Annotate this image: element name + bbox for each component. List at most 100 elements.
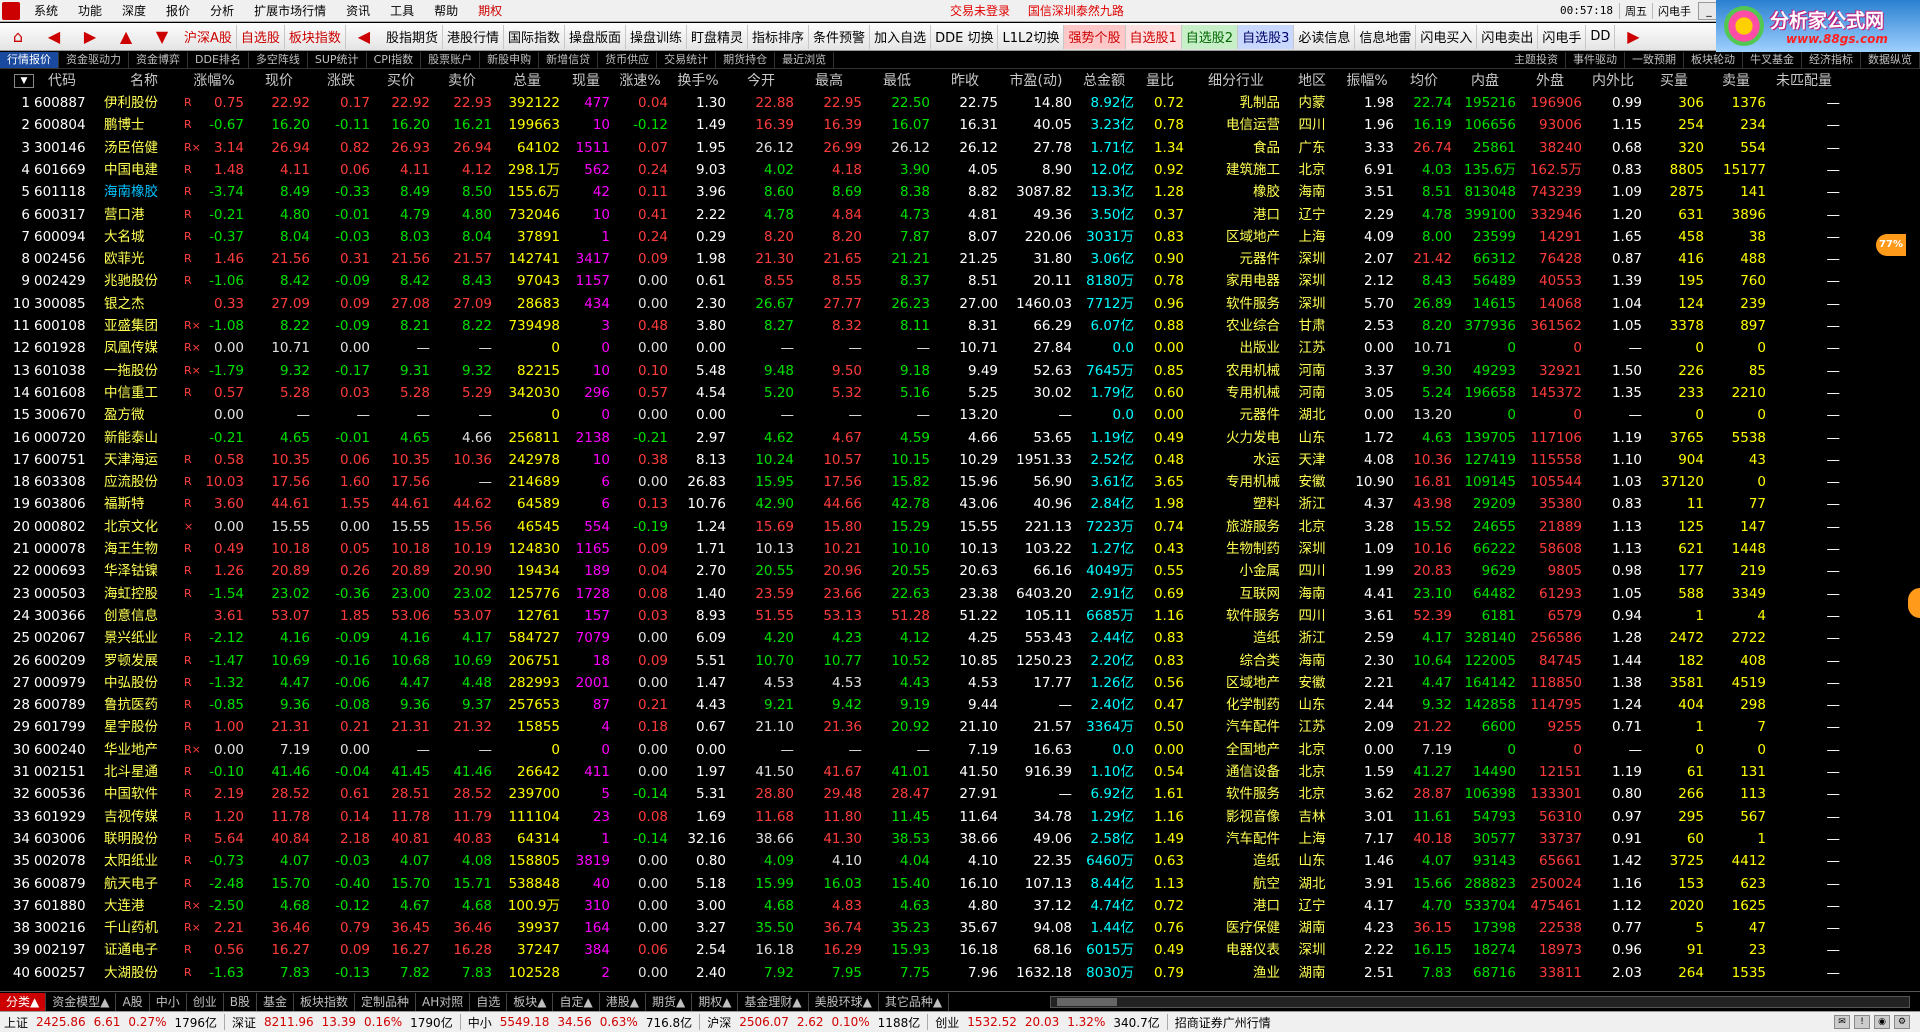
cell-name[interactable]: 中国电建 xyxy=(104,159,184,181)
subtab-3[interactable]: DDE排名 xyxy=(188,52,249,68)
toolbar-button[interactable]: 闪电买入 xyxy=(1416,24,1478,49)
subtab-right-4[interactable]: 牛叉基金 xyxy=(1743,52,1802,68)
category-tab[interactable]: 板块▲ xyxy=(507,992,554,1011)
cell-code[interactable]: 600804 xyxy=(34,114,90,136)
toolbar-button[interactable]: 操盘版面 xyxy=(565,24,626,49)
table-row[interactable]: 32 600536 中国软件 2.19 28.52 0.61 28.51 28.52 23970… xyxy=(0,783,1920,805)
cell-name[interactable]: 创意信息 xyxy=(104,605,184,627)
network-icon[interactable]: ◉ xyxy=(1874,1015,1890,1029)
cell-name[interactable]: 欧菲光 xyxy=(104,248,184,270)
cell-code[interactable]: 300085 xyxy=(34,293,90,315)
left-arrow-icon[interactable]: ◀ xyxy=(349,25,379,49)
subtab-right-5[interactable]: 经济指标 xyxy=(1802,52,1861,68)
category-tab[interactable]: A股 xyxy=(116,992,150,1011)
toolbar-button[interactable]: 闪电卖出 xyxy=(1477,24,1539,49)
category-tab[interactable]: 期权▲ xyxy=(692,992,739,1011)
category-tab[interactable]: 美股环球▲ xyxy=(809,992,879,1011)
cell-name[interactable]: 盈方微 xyxy=(104,404,184,426)
cell-name[interactable]: 鲁抗医药 xyxy=(104,694,184,716)
cell-code[interactable]: 000503 xyxy=(34,583,90,605)
column-header-bid-volume[interactable]: 买量 xyxy=(1644,70,1704,92)
table-row[interactable]: 39 002197 证通电子 0.56 16.27 0.09 16.27 16.28 37247… xyxy=(0,939,1920,961)
column-header-low[interactable]: 最低 xyxy=(864,70,930,92)
category-tab[interactable]: 板块指数 xyxy=(294,992,355,1011)
subtab-right-6[interactable]: 数据纵览 xyxy=(1861,52,1920,68)
menu-item[interactable]: 资讯 xyxy=(336,2,380,19)
toolbar-button[interactable]: DDE 切换 xyxy=(931,24,999,49)
cell-name[interactable]: 航天电子 xyxy=(104,873,184,895)
cell-name[interactable]: 伊利股份 xyxy=(104,92,184,114)
zx-index-label[interactable]: 中小 xyxy=(464,1014,496,1031)
cell-code[interactable]: 600257 xyxy=(34,962,90,984)
table-row[interactable]: 16 000720 新能泰山 -0.21 4.65 -0.01 4.65 4.66 256811… xyxy=(0,427,1920,449)
cell-name[interactable]: 北京文化 xyxy=(104,516,184,538)
cell-code[interactable]: 600240 xyxy=(34,739,90,761)
table-row[interactable]: 33 601929 吉视传媒 1.20 11.78 0.14 11.78 11.79 11110… xyxy=(0,806,1920,828)
category-tab[interactable]: 分类▲ xyxy=(0,992,47,1011)
table-row[interactable]: 12 601928 凤凰传媒 0.00 10.71 0.00— —0 0 0.00 0.00— — —… xyxy=(0,337,1920,359)
cell-code[interactable]: 601929 xyxy=(34,806,90,828)
table-row[interactable]: 10 300085 银之杰 0.33 27.09 0.09 27.08 27.09 28683 4… xyxy=(0,293,1920,315)
cell-name[interactable]: 中弘股份 xyxy=(104,672,184,694)
cell-name[interactable]: 天津海运 xyxy=(104,449,184,471)
cy-index-label[interactable]: 创业 xyxy=(931,1014,963,1031)
cell-code[interactable]: 603806 xyxy=(34,493,90,515)
menu-item[interactable]: 工具 xyxy=(380,2,424,19)
cell-code[interactable]: 601038 xyxy=(34,360,90,382)
menu-item[interactable]: 扩展市场行情 xyxy=(244,2,336,19)
cell-code[interactable]: 603308 xyxy=(34,471,90,493)
menu-item[interactable]: 报价 xyxy=(156,2,200,19)
up-arrow-icon[interactable]: ▲ xyxy=(111,25,141,49)
category-tab[interactable]: 中小 xyxy=(150,992,187,1011)
column-header-pe-ratio[interactable]: 市盈(动) xyxy=(1000,70,1072,92)
table-row[interactable]: 11 600108 亚盛集团 -1.08 8.22 -0.09 8.21 8.22 739498… xyxy=(0,315,1920,337)
cell-name[interactable]: 鹏博士 xyxy=(104,114,184,136)
cell-name[interactable]: 证通电子 xyxy=(104,939,184,961)
toolbar-button[interactable]: 闪电手 xyxy=(1538,24,1587,49)
subtab-7[interactable]: 股票账户 xyxy=(421,52,481,68)
toolbar-button[interactable]: 港股行情 xyxy=(443,24,504,49)
subtab-5[interactable]: SUP统计 xyxy=(308,52,367,68)
cell-code[interactable]: 600536 xyxy=(34,783,90,805)
table-row[interactable]: 24 300366 创意信息 3.61 53.07 1.85 53.06 53.07 12761… xyxy=(0,605,1920,627)
subtab-11[interactable]: 交易统计 xyxy=(657,52,717,68)
cell-code[interactable]: 300366 xyxy=(34,605,90,627)
cell-name[interactable]: 华泽钴镍 xyxy=(104,560,184,582)
category-tab[interactable]: 基金 xyxy=(257,992,294,1011)
cell-name[interactable]: 一拖股份 xyxy=(104,360,184,382)
category-tab[interactable]: AH对照 xyxy=(416,992,471,1011)
cell-name[interactable]: 营口港 xyxy=(104,204,184,226)
category-tab[interactable]: B股 xyxy=(224,992,257,1011)
toolbar-button[interactable]: 沪深A股 xyxy=(180,24,237,49)
settings-icon[interactable]: ⚙ xyxy=(1894,1015,1910,1029)
sz-index-label[interactable]: 深证 xyxy=(228,1014,260,1031)
toolbar-button[interactable]: DD xyxy=(1586,24,1616,49)
subtab-right-0[interactable]: 主题投资 xyxy=(1507,52,1566,68)
category-tab[interactable]: 资金模型▲ xyxy=(46,992,117,1011)
column-header-amount[interactable]: 总金额 xyxy=(1074,70,1134,92)
column-header-code[interactable]: 代码 xyxy=(34,70,90,92)
table-row[interactable]: 19 603806 福斯特 3.60 44.61 1.55 44.61 44.62 64589 6… xyxy=(0,493,1920,515)
cell-name[interactable]: 大连港 xyxy=(104,895,184,917)
toolbar-button[interactable]: 国际指数 xyxy=(504,24,565,49)
float-percent-badge[interactable]: 77% xyxy=(1876,234,1906,256)
toolbar-button[interactable]: 信息地雷 xyxy=(1355,24,1417,49)
scrollbar-thumb[interactable] xyxy=(1057,998,1117,1006)
cell-code[interactable]: 601880 xyxy=(34,895,90,917)
table-row[interactable]: 31 002151 北斗星通 -0.10 41.46 -0.04 41.45 41.46 266… xyxy=(0,761,1920,783)
cell-name[interactable]: 银之杰 xyxy=(104,293,184,315)
subtab-13[interactable]: 最近浏览 xyxy=(775,52,835,68)
cell-name[interactable]: 应流股份 xyxy=(104,471,184,493)
menu-item[interactable]: 深度 xyxy=(112,2,156,19)
subtab-6[interactable]: CPI指数 xyxy=(367,52,422,68)
category-tab[interactable]: 自定▲ xyxy=(553,992,600,1011)
table-row[interactable]: 9 002429 兆驰股份 -1.06 8.42 -0.09 8.42 8.43 97043 11… xyxy=(0,270,1920,292)
column-header-ask[interactable]: 卖价 xyxy=(432,70,492,92)
column-header-region[interactable]: 地区 xyxy=(1284,70,1340,92)
back-arrow-icon[interactable]: ◀ xyxy=(39,25,69,49)
table-row[interactable]: 17 600751 天津海运 0.58 10.35 0.06 10.35 10.36 24297… xyxy=(0,449,1920,471)
cell-name[interactable]: 兆驰股份 xyxy=(104,270,184,292)
forward-arrow-icon[interactable]: ▶ xyxy=(75,25,105,49)
cell-code[interactable]: 601608 xyxy=(34,382,90,404)
toolbar-button[interactable]: 自选股3 xyxy=(1238,24,1295,49)
